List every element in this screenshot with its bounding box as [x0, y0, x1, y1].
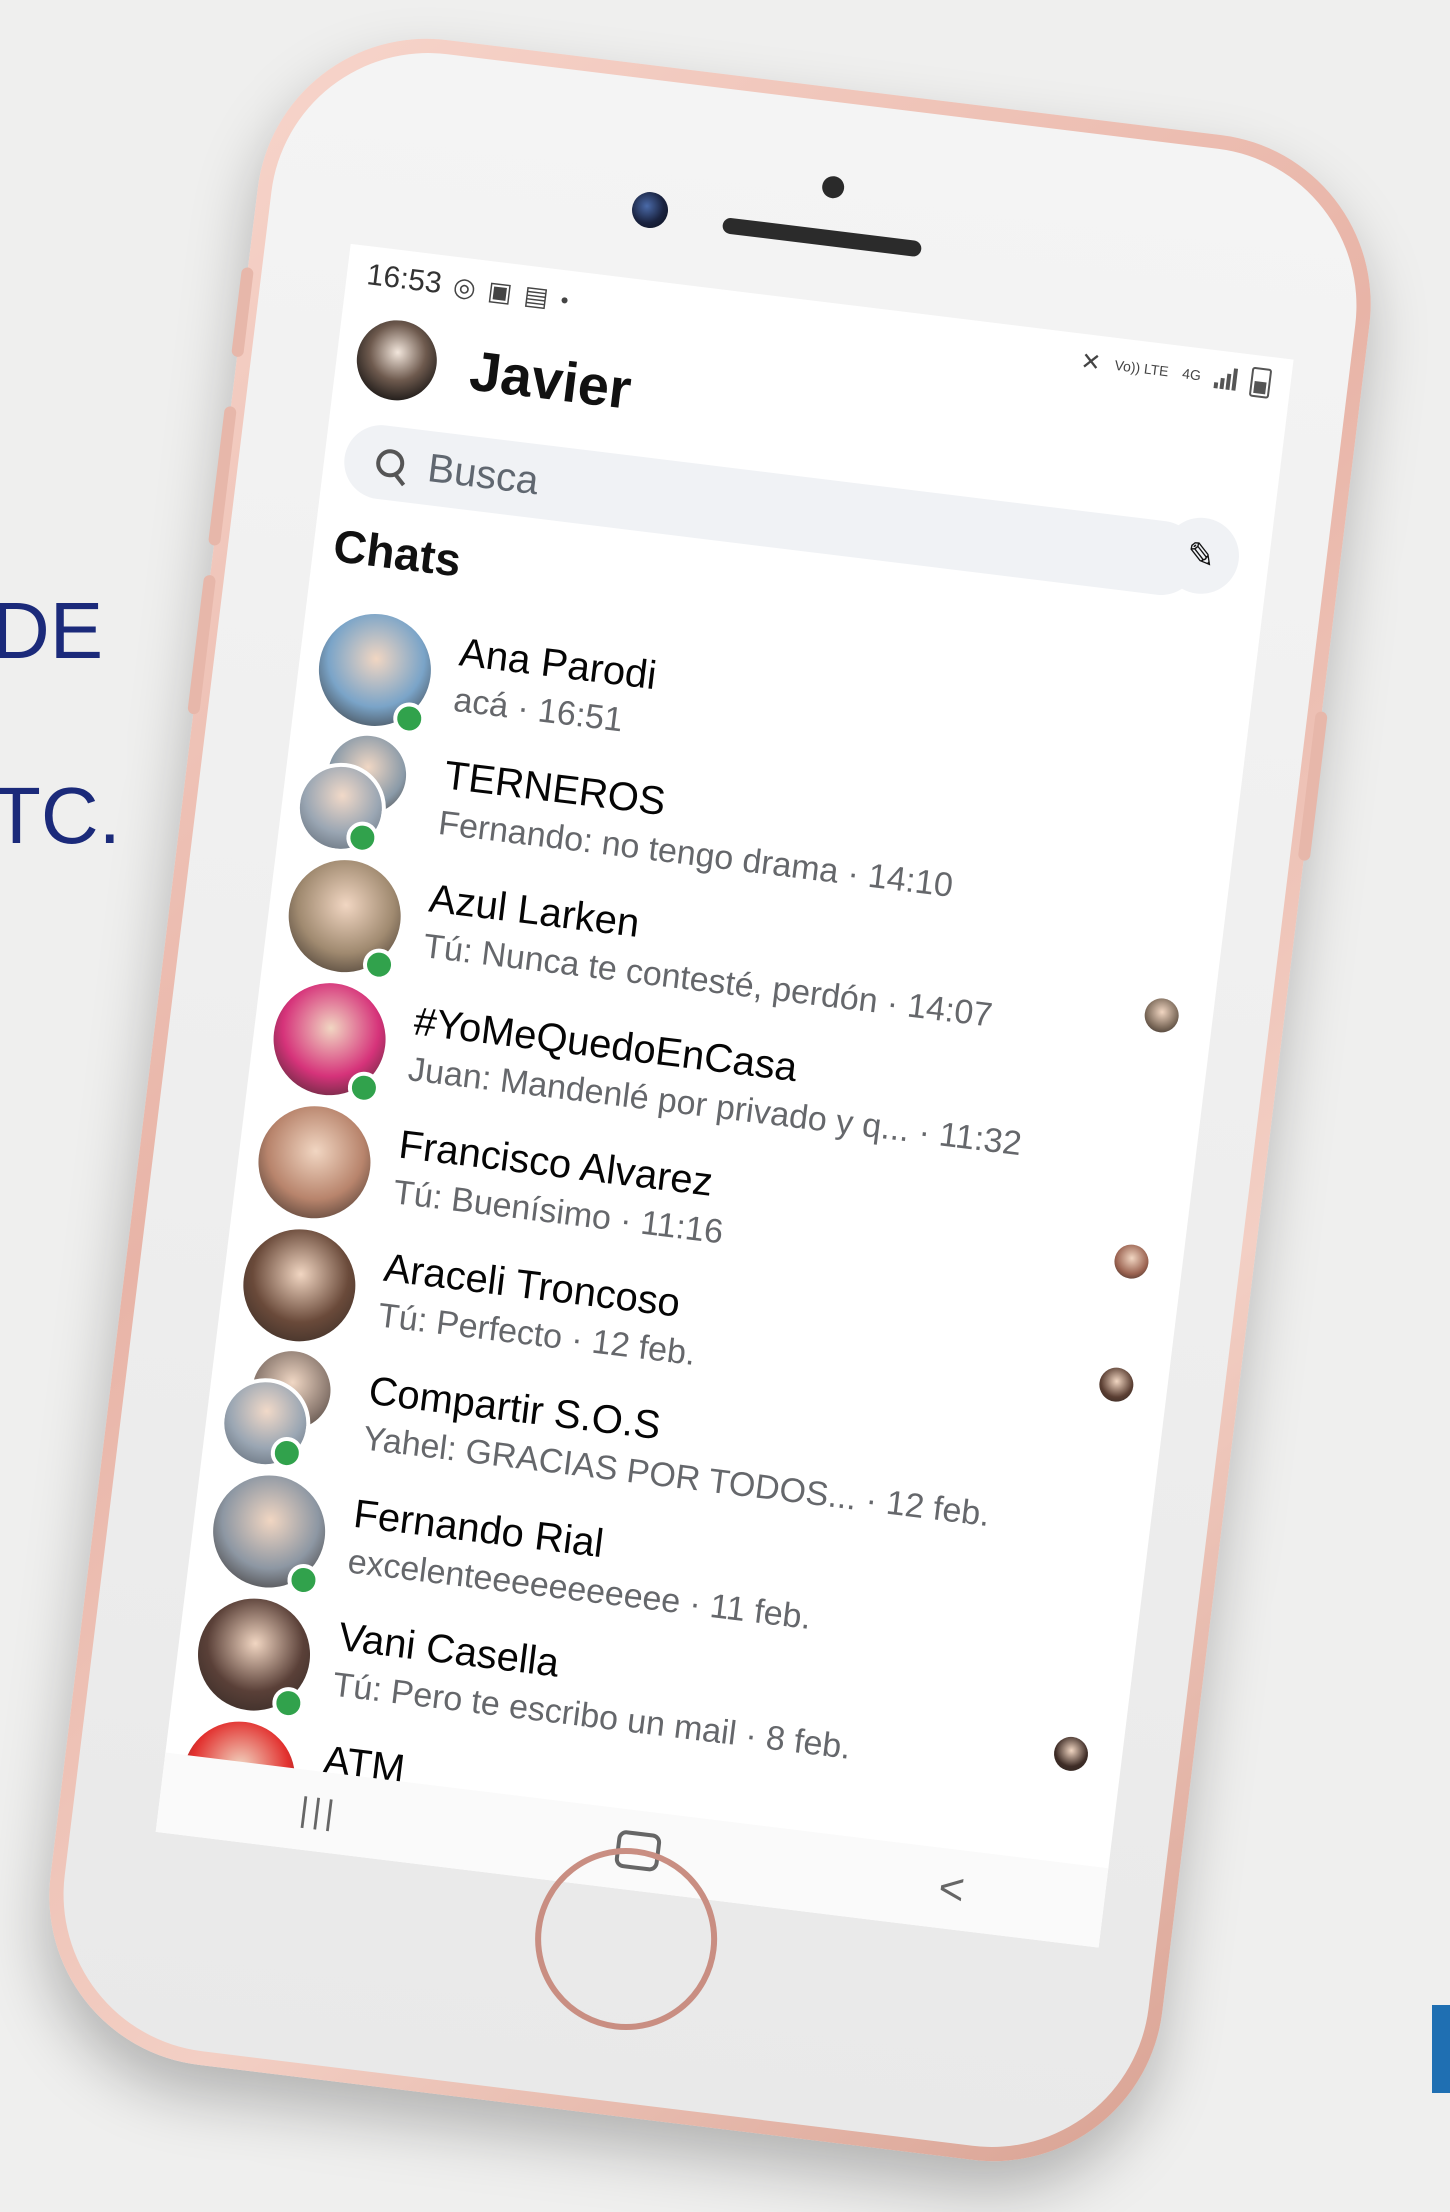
status-left: 16:53 ◎ ▣ ▤ ● — [365, 258, 571, 317]
stage: DE TC. 16:53 ◎ ▣ ▤ ● ✕ Vo)) LTE 4G Javie… — [0, 0, 1450, 2212]
read-receipt-avatar — [1097, 1365, 1136, 1404]
slide-text-line-1: DE — [0, 586, 104, 675]
battery-icon — [1248, 366, 1273, 399]
phone: 16:53 ◎ ▣ ▤ ● ✕ Vo)) LTE 4G Javier Busca… — [29, 19, 1391, 2181]
section-title: Chats — [330, 519, 464, 587]
read-receipt-avatar — [1052, 1734, 1090, 1773]
status-time: 16:53 — [365, 258, 444, 301]
volte-label: Vo)) LTE — [1113, 356, 1170, 380]
header: Javier — [352, 315, 636, 429]
chat-avatar — [236, 1222, 362, 1348]
slide-text-line-2: TC. — [0, 771, 121, 860]
page-title: Javier — [466, 338, 635, 421]
search-icon — [375, 448, 406, 479]
status-right: ✕ Vo)) LTE 4G — [1079, 346, 1273, 399]
chat-list: Ana Parodi acá · 16:51 TERNEROS Fernando: n… — [156, 593, 1251, 1948]
profile-avatar[interactable] — [352, 315, 442, 405]
mute-icon: ✕ — [1079, 347, 1103, 377]
pencil-icon: ✎ — [1184, 535, 1218, 577]
read-receipt-avatar — [1142, 996, 1181, 1035]
notification-dot-icon: ● — [559, 290, 570, 308]
whatsapp-icon: ◎ — [451, 270, 478, 303]
calendar-icon: ▤ — [522, 278, 551, 312]
recents-button[interactable]: ||| — [297, 1790, 341, 1833]
back-button[interactable]: < — [936, 1863, 967, 1916]
front-camera — [629, 189, 671, 231]
proximity-sensor — [820, 174, 846, 200]
signal-icon — [1213, 366, 1239, 391]
network-label: 4G — [1181, 365, 1202, 384]
earpiece-speaker — [721, 217, 923, 258]
messenger-screen: 16:53 ◎ ▣ ▤ ● ✕ Vo)) LTE 4G Javier Busca… — [155, 243, 1294, 1948]
image-icon: ▣ — [486, 274, 515, 308]
chat-avatar — [252, 1099, 377, 1225]
read-receipt-avatar — [1112, 1242, 1151, 1281]
search-bar[interactable] — [340, 420, 1203, 600]
chat-avatar — [161, 1838, 287, 1948]
search-input[interactable] — [423, 444, 1029, 565]
slide-accent-bar — [1432, 2005, 1450, 2093]
